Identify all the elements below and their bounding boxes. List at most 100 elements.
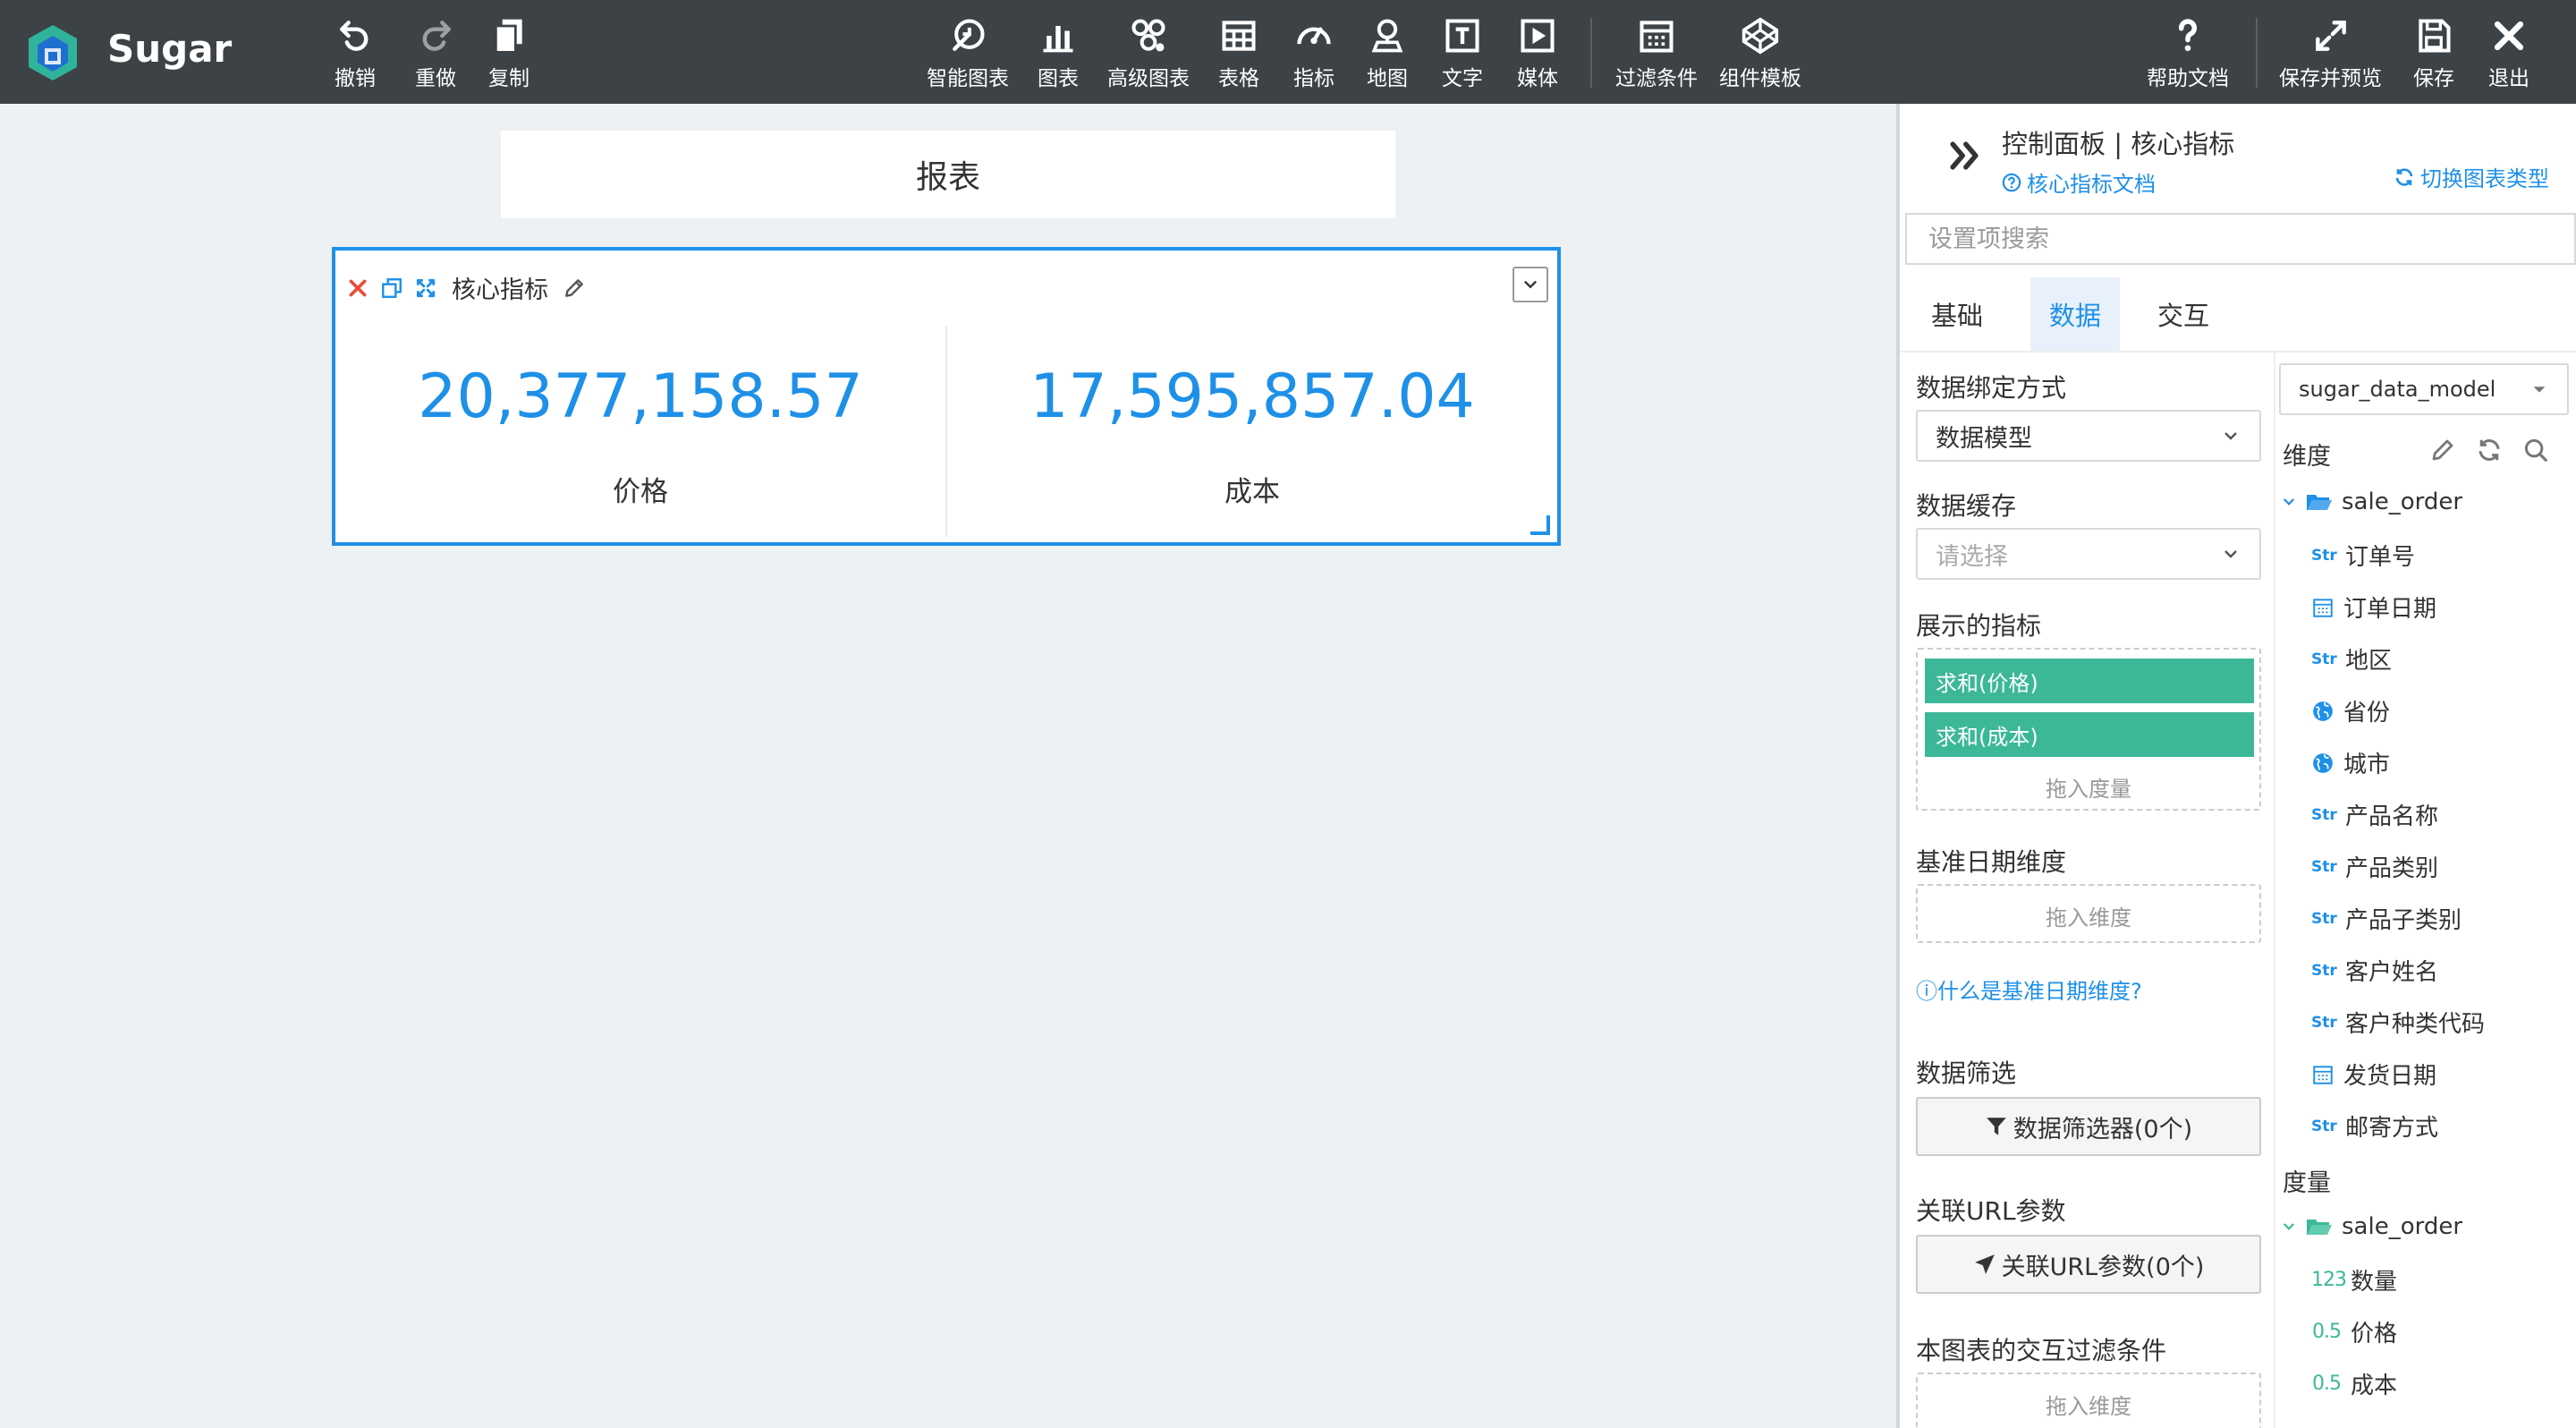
filter-button[interactable]: 过滤条件 bbox=[1615, 16, 1698, 91]
str-type-icon: Str bbox=[2311, 650, 2337, 668]
control-panel: 控制面板 | 核心指标 核心指标文档 切换图表类型 基础 数据 交互 数据绑定方… bbox=[1896, 104, 2576, 1428]
metric-chip[interactable]: 求和(成本) bbox=[1925, 712, 2254, 757]
measure-table-node[interactable]: sale_order bbox=[2281, 1213, 2462, 1240]
interaction-filter-dropzone[interactable]: 拖入维度 bbox=[1916, 1373, 2261, 1428]
measure-field[interactable]: 0.5 成本 bbox=[2311, 1367, 2397, 1400]
advanced-chart-button[interactable]: 高级图表 bbox=[1107, 16, 1190, 91]
tab-basic[interactable]: 基础 bbox=[1900, 277, 2014, 351]
url-params-button[interactable]: 关联URL参数(0个) bbox=[1916, 1235, 2261, 1294]
kpi-label: 成本 bbox=[1224, 476, 1280, 508]
dimension-field[interactable]: Str 客户姓名 bbox=[2311, 954, 2438, 987]
dimension-field-name: 省份 bbox=[2343, 700, 2391, 727]
date-dim-help-link[interactable]: ⓘ什么是基准日期维度? bbox=[1916, 973, 2142, 1005]
redo-button[interactable]: 重做 bbox=[415, 16, 456, 91]
tab-data[interactable]: 数据 bbox=[2030, 277, 2120, 351]
media-label: 媒体 bbox=[1517, 67, 1558, 90]
undo-button[interactable]: 撤销 bbox=[335, 16, 376, 91]
fullscreen-icon[interactable] bbox=[414, 276, 437, 300]
copy-label: 复制 bbox=[488, 67, 530, 90]
undo-label: 撤销 bbox=[335, 67, 376, 90]
date-dim-dropzone[interactable]: 拖入维度 bbox=[1916, 884, 2261, 943]
exit-button[interactable]: 退出 bbox=[2488, 16, 2529, 91]
widget-title: 核心指标 bbox=[452, 276, 548, 304]
dimension-field[interactable]: Str 产品类别 bbox=[2311, 850, 2438, 883]
binding-select[interactable]: 数据模型 bbox=[1916, 410, 2261, 462]
folder-open-icon bbox=[2307, 495, 2332, 510]
dimension-field[interactable]: Str 订单号 bbox=[2311, 539, 2415, 572]
indicator-button[interactable]: 指标 bbox=[1293, 16, 1335, 91]
dimension-table-node[interactable]: sale_order bbox=[2281, 489, 2462, 515]
dimension-field[interactable]: Str 地区 bbox=[2311, 642, 2392, 676]
kpi-widget[interactable]: 核心指标 20,377,158.57 价格 17,595,857.04 成本 bbox=[332, 247, 1561, 546]
chart-button[interactable]: 图表 bbox=[1038, 16, 1079, 91]
chevron-down-icon bbox=[2224, 550, 2237, 558]
cache-select[interactable]: 请选择 bbox=[1916, 528, 2261, 580]
map-pin-icon bbox=[1371, 19, 1403, 53]
dimension-field[interactable]: 省份 bbox=[2311, 694, 2390, 727]
filter-section-label: 数据筛选 bbox=[1916, 1058, 2017, 1088]
smart-chart-button[interactable]: 智能图表 bbox=[927, 16, 1009, 91]
redo-label: 重做 bbox=[415, 67, 456, 90]
measure-field[interactable]: 0.5 价格 bbox=[2311, 1315, 2397, 1348]
tab-interaction[interactable]: 交互 bbox=[2134, 277, 2233, 351]
chevron-down-icon bbox=[2283, 1223, 2295, 1230]
double-chevron-right-icon[interactable] bbox=[1945, 136, 1984, 175]
save-button[interactable]: 保存 bbox=[2413, 16, 2454, 91]
advanced-chart-label: 高级图表 bbox=[1107, 67, 1190, 90]
panel-doc-link[interactable]: 核心指标文档 bbox=[2002, 166, 2156, 198]
dimension-field[interactable]: Str 客户种类代码 bbox=[2311, 1006, 2485, 1039]
text-label: 文字 bbox=[1442, 67, 1483, 90]
text-button[interactable]: 文字 bbox=[1442, 16, 1483, 91]
drop-dim-hint: 拖入维度 bbox=[2046, 1394, 2131, 1419]
indicator-label: 指标 bbox=[1293, 67, 1335, 90]
toolbar-divider bbox=[1590, 18, 1592, 88]
report-title[interactable]: 报表 bbox=[501, 131, 1395, 218]
edit-pencil-icon[interactable] bbox=[2429, 437, 2456, 463]
calendar-icon bbox=[2313, 1065, 2333, 1084]
measures-heading: 度量 bbox=[2283, 1169, 2331, 1197]
dimension-field[interactable]: 发货日期 bbox=[2311, 1058, 2436, 1091]
refresh-icon[interactable] bbox=[2476, 437, 2503, 463]
edit-pencil-icon[interactable] bbox=[563, 276, 586, 300]
dimension-field[interactable]: Str 产品子类别 bbox=[2311, 902, 2462, 935]
dimension-field[interactable]: Str 产品名称 bbox=[2311, 798, 2438, 831]
data-filter-button[interactable]: 数据筛选器(0个) bbox=[1916, 1097, 2261, 1156]
caret-down-icon bbox=[2533, 387, 2546, 393]
switch-chart-type-button[interactable]: 切换图表类型 bbox=[2394, 161, 2549, 192]
map-button[interactable]: 地图 bbox=[1367, 16, 1408, 91]
drop-measure-hint: 拖入度量 bbox=[2046, 777, 2131, 802]
resize-handle[interactable] bbox=[1530, 515, 1550, 535]
str-type-icon: Str bbox=[2311, 909, 2337, 928]
codepen-icon bbox=[1741, 17, 1779, 55]
dimensions-heading: 维度 bbox=[2283, 443, 2331, 471]
switch-chart-type-text: 切换图表类型 bbox=[2420, 166, 2549, 191]
data-model-select[interactable]: sugar_data_model bbox=[2279, 363, 2569, 415]
calendar-icon bbox=[2313, 598, 2333, 617]
settings-search-input[interactable] bbox=[1905, 213, 2576, 265]
expand-arrows-icon bbox=[2315, 21, 2346, 51]
filter-calendar-icon bbox=[1640, 21, 1674, 53]
delete-icon[interactable] bbox=[346, 276, 369, 300]
data-model-name: sugar_data_model bbox=[2299, 377, 2496, 402]
metrics-dropzone[interactable]: 求和(价格) 求和(成本) 拖入度量 bbox=[1916, 648, 2261, 811]
dimension-field[interactable]: Str 邮寄方式 bbox=[2311, 1109, 2438, 1143]
copy-button[interactable]: 复制 bbox=[488, 16, 530, 91]
widget-menu-dropdown[interactable] bbox=[1513, 267, 1548, 302]
folder-open-icon bbox=[2307, 1220, 2332, 1235]
duplicate-icon[interactable] bbox=[380, 276, 403, 300]
dimension-field[interactable]: 城市 bbox=[2311, 746, 2390, 779]
measure-field[interactable]: 123 数量 bbox=[2311, 1263, 2397, 1296]
save-preview-button[interactable]: 保存并预览 bbox=[2279, 16, 2382, 91]
metric-chip[interactable]: 求和(价格) bbox=[1925, 659, 2254, 703]
table-button[interactable]: 表格 bbox=[1218, 16, 1259, 91]
dimension-field-name: 产品子类别 bbox=[2345, 907, 2462, 934]
paper-plane-icon bbox=[1974, 1254, 1995, 1274]
dimension-field-name: 订单号 bbox=[2345, 544, 2416, 571]
question-icon bbox=[2178, 19, 2198, 52]
media-button[interactable]: 媒体 bbox=[1517, 16, 1558, 91]
dimension-field[interactable]: 订单日期 bbox=[2311, 591, 2436, 624]
search-icon[interactable] bbox=[2522, 437, 2549, 463]
table-icon bbox=[1222, 21, 1256, 51]
component-template-button[interactable]: 组件模板 bbox=[1719, 16, 1801, 91]
help-button[interactable]: 帮助文档 bbox=[2147, 16, 2229, 91]
